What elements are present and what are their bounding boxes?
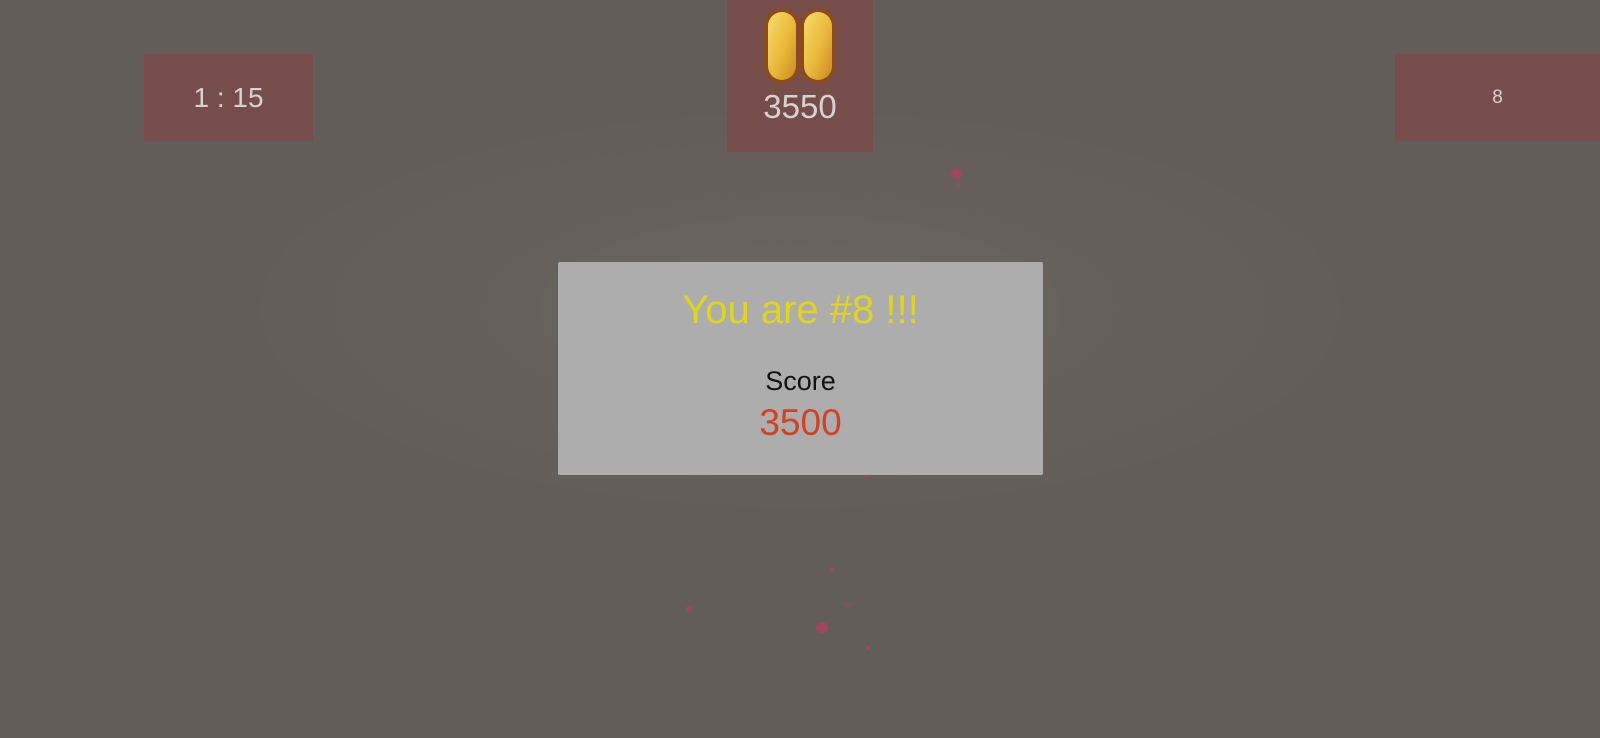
score-label: Score: [765, 366, 836, 396]
particle: [686, 606, 692, 612]
pause-icon: [764, 8, 836, 84]
pause-button[interactable]: [762, 6, 838, 86]
particle: [951, 168, 962, 179]
particle: [846, 603, 850, 607]
rank-display: 8: [1395, 54, 1600, 141]
particle: [816, 622, 828, 633]
particle: [866, 646, 870, 650]
particle: [829, 567, 834, 572]
game-scene: 1 : 15 3550 8 You are #8 !!! Score 3500: [0, 0, 1600, 738]
score-panel: 3550: [727, 0, 873, 152]
rank-text: 8: [1492, 86, 1503, 108]
timer-display: 1 : 15: [144, 54, 313, 141]
timer-text: 1 : 15: [193, 81, 264, 113]
final-score: 3500: [759, 402, 842, 443]
current-score: 3550: [763, 88, 837, 125]
particle: [955, 180, 960, 188]
result-title: You are #8 !!!: [682, 288, 919, 332]
result-panel: You are #8 !!! Score 3500: [558, 262, 1043, 475]
